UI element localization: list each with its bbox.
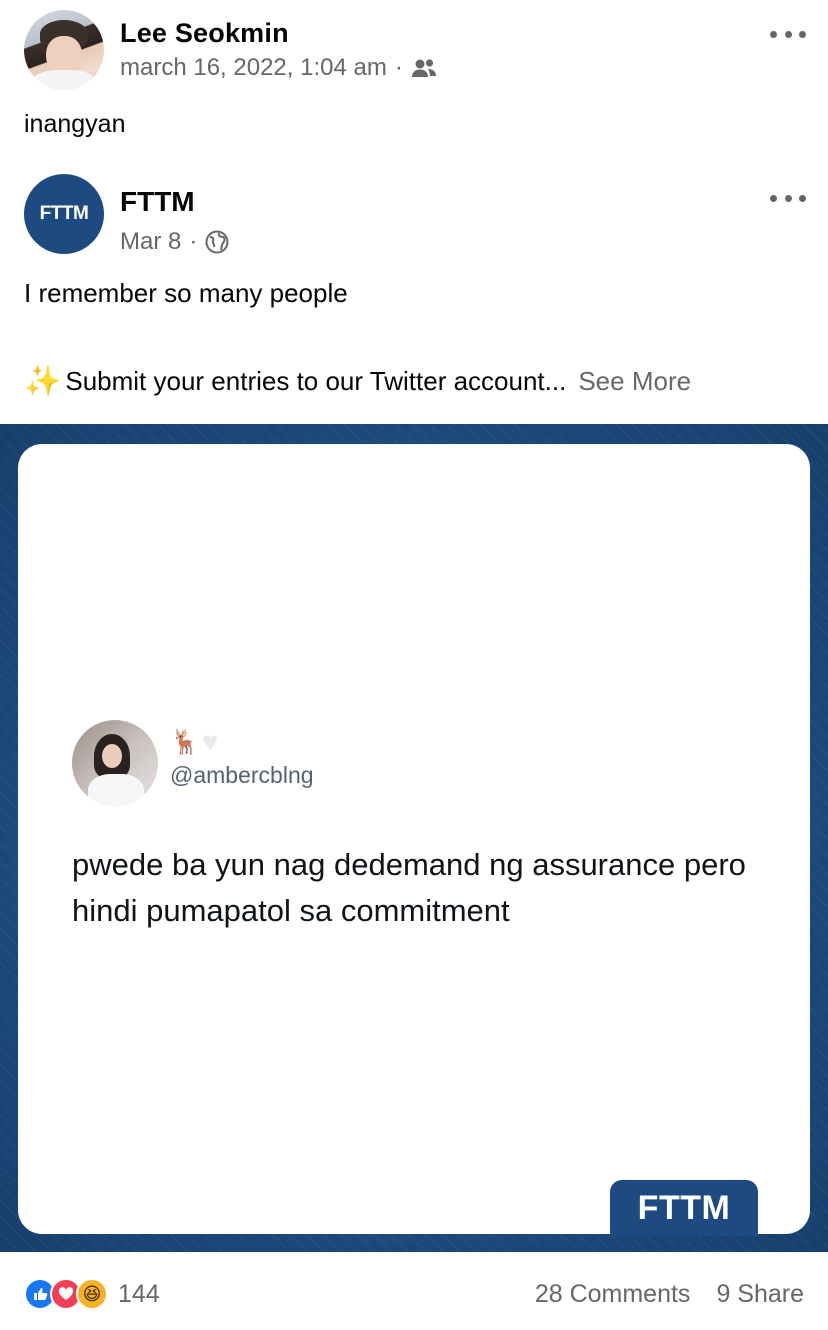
shared-post-text-line1: I remember so many people	[24, 278, 348, 308]
tweet-text: pwede ba yun nag dedemand ng assurance p…	[72, 847, 746, 928]
shared-post-text-line2: ✨ Submit your entries to our Twitter acc…	[24, 364, 691, 399]
post-more-button[interactable]	[770, 24, 806, 44]
page-name[interactable]: FTTM	[120, 186, 195, 218]
avatar-face	[102, 744, 122, 768]
shared-post-header: FTTM FTTM Mar 8 ·	[24, 174, 806, 256]
author-avatar[interactable]	[24, 10, 104, 90]
post-meta: march 16, 2022, 1:04 am ·	[120, 54, 437, 82]
post-timestamp[interactable]: march 16, 2022, 1:04 am	[120, 54, 387, 82]
friends-icon	[411, 59, 436, 77]
deer-icon: 🦌	[170, 729, 200, 756]
more-dot	[770, 30, 777, 38]
comments-count[interactable]: 28 Comments	[535, 1280, 691, 1309]
post-footer: 😆 144 28 Comments 9 Share	[24, 1272, 804, 1316]
tweet-handle: @ambercblng	[170, 762, 314, 788]
reaction-count[interactable]: 144	[118, 1280, 160, 1309]
avatar-body	[88, 774, 144, 806]
haha-reaction-icon: 😆	[76, 1278, 108, 1310]
shared-post-more-button[interactable]	[770, 188, 806, 208]
shares-count[interactable]: 9 Share	[716, 1280, 804, 1309]
shared-post-date[interactable]: Mar 8	[120, 228, 181, 256]
meta-separator: ·	[189, 228, 198, 255]
avatar-shirt	[32, 70, 96, 90]
tweet-avatar	[72, 720, 158, 806]
post-header: Lee Seokmin march 16, 2022, 1:04 am ·	[24, 10, 806, 90]
tweet-card: 🦌 ♥ @ambercblng pwede ba yun nag dedeman…	[18, 444, 810, 1236]
tweet-display-name: 🦌 ♥	[170, 728, 219, 757]
globe-icon	[205, 230, 229, 254]
brand-tag: FTTM	[610, 1180, 758, 1236]
more-dot	[799, 30, 806, 38]
shared-post-text: Submit your entries to our Twitter accou…	[65, 366, 567, 396]
post-text: inangyan	[24, 110, 126, 138]
page-logo[interactable]: FTTM	[24, 174, 104, 254]
post-image[interactable]: 🦌 ♥ @ambercblng pwede ba yun nag dedeman…	[0, 424, 828, 1252]
shared-post-meta: Mar 8 ·	[120, 228, 229, 256]
more-dot	[784, 194, 792, 202]
more-dot	[770, 194, 777, 202]
see-more-link[interactable]: See More	[578, 366, 691, 397]
sparkles-icon: ✨	[24, 365, 62, 398]
more-dot	[784, 30, 792, 38]
white-heart-icon: ♥	[201, 726, 219, 757]
meta-separator: ·	[394, 54, 403, 81]
post-stats: 28 Comments 9 Share	[535, 1280, 804, 1309]
author-name[interactable]: Lee Seokmin	[120, 18, 289, 49]
reactions-summary[interactable]: 😆	[24, 1278, 108, 1310]
more-dot	[799, 194, 806, 202]
